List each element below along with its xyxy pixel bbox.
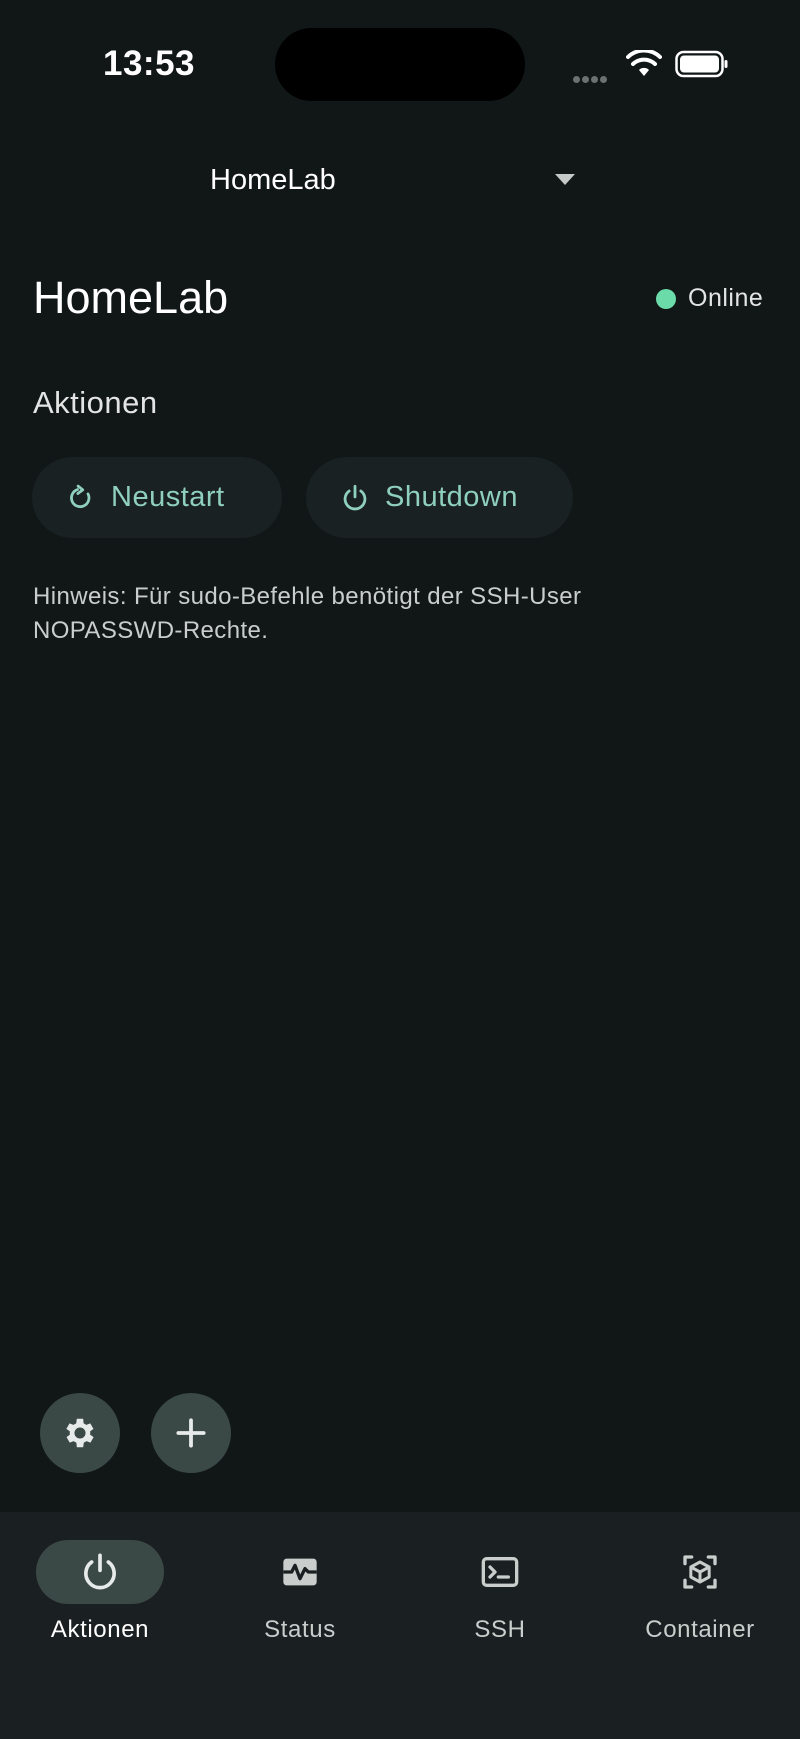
- cellular-signal-icon: [573, 70, 609, 88]
- status-text: Online: [688, 284, 764, 312]
- plus-icon: [176, 1418, 206, 1448]
- activity-icon: [283, 1558, 317, 1586]
- restart-button-label: Neustart: [111, 481, 225, 513]
- shutdown-button[interactable]: Shutdown: [306, 457, 573, 538]
- nav-item-status[interactable]: Status: [200, 1540, 400, 1650]
- nav-label: Container: [645, 1616, 755, 1643]
- server-selector-dropdown[interactable]: HomeLab: [185, 140, 585, 220]
- gear-icon: [66, 1418, 94, 1448]
- online-status-dot-icon: [656, 288, 676, 309]
- settings-button[interactable]: [40, 1393, 120, 1473]
- nav-label: Status: [264, 1616, 336, 1643]
- container-icon: [683, 1555, 717, 1589]
- restart-icon: [70, 484, 91, 508]
- status-time: 13:53: [103, 44, 196, 83]
- nav-active-indicator: [36, 1540, 164, 1604]
- server-title: HomeLab: [33, 272, 229, 323]
- nav-item-container[interactable]: Container: [600, 1540, 800, 1650]
- status-bar: 13:53: [0, 0, 800, 130]
- section-title-actions: Aktionen: [33, 385, 158, 420]
- bottom-navigation: Aktionen Status SSH Container: [0, 1512, 800, 1739]
- nav-label: SSH: [474, 1616, 526, 1643]
- nav-label: Aktionen: [50, 1616, 150, 1643]
- wifi-icon: [626, 50, 662, 76]
- status-badge: Online: [656, 284, 763, 313]
- nav-item-ssh[interactable]: SSH: [400, 1540, 600, 1650]
- power-icon: [84, 1553, 116, 1590]
- power-icon: [343, 484, 367, 510]
- server-selector-label: HomeLab: [210, 163, 336, 196]
- sudo-hint-text: Hinweis: Für sudo-Befehle benötigt der S…: [33, 583, 582, 644]
- restart-button[interactable]: Neustart: [32, 457, 282, 538]
- add-server-button[interactable]: [151, 1393, 231, 1473]
- dropdown-arrow-icon: [555, 174, 575, 185]
- shutdown-button-label: Shutdown: [385, 481, 518, 513]
- dynamic-island: [275, 28, 525, 101]
- nav-item-actions[interactable]: Aktionen: [0, 1540, 200, 1650]
- terminal-icon: [481, 1557, 519, 1587]
- battery-icon: [675, 50, 728, 78]
